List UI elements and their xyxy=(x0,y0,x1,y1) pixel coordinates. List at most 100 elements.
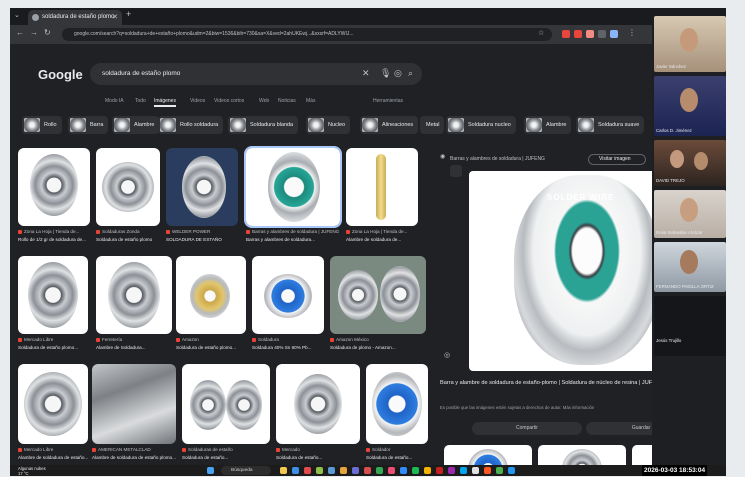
browser-tab[interactable]: soldadura de estaño plomo ✕ xyxy=(28,10,122,25)
chip[interactable]: Soldadura blanda xyxy=(228,116,299,134)
app-icon[interactable] xyxy=(400,467,407,474)
app-icon[interactable] xyxy=(508,467,515,474)
extension-icon[interactable] xyxy=(586,30,594,38)
spool-image xyxy=(264,274,312,318)
forward-arrow-icon[interactable]: → xyxy=(30,28,38,37)
image-result-selected[interactable]: Barras y alambres de soldadura | JUFENG … xyxy=(244,146,342,258)
avatar xyxy=(694,152,708,170)
clear-icon[interactable]: ✕ xyxy=(362,68,370,79)
taskbar-search[interactable]: Búsqueda xyxy=(221,466,271,475)
participant-tile[interactable]: DAVID TREJO xyxy=(654,140,726,186)
new-tab-button[interactable]: + xyxy=(126,9,131,19)
participant-video xyxy=(654,76,726,136)
tab-search-icon[interactable]: ⌄ xyxy=(14,11,24,21)
filter-web[interactable]: Web xyxy=(259,98,269,104)
image-result[interactable]: Amazon Soldadura de estaño plomo... xyxy=(176,256,246,360)
filter-imagenes[interactable]: Imágenes xyxy=(154,98,176,107)
chip[interactable]: Alineaciones xyxy=(360,116,419,134)
image-result[interactable]: Zona La Hoja | Tienda de... Alambre de s… xyxy=(346,148,418,258)
app-icon[interactable] xyxy=(304,467,311,474)
participant-tile[interactable]: Carlos D. Jiménez xyxy=(654,76,726,136)
participant-tile[interactable]: Rosa Sebastián Alcázar xyxy=(654,190,726,238)
filter-noticias[interactable]: Noticias xyxy=(278,98,296,104)
address-bar[interactable]: google.com/search?q=soldadura+de+estaño+… xyxy=(62,28,552,41)
lens-icon[interactable]: ◎ xyxy=(394,68,402,79)
app-icon[interactable] xyxy=(484,467,491,474)
mic-icon[interactable]: 🎙 xyxy=(380,68,391,79)
spool-image xyxy=(102,162,154,212)
app-icon[interactable] xyxy=(460,467,467,474)
image-result[interactable]: WELDER POWER SOLDADURA DE ESTAÑO xyxy=(166,148,238,258)
chip[interactable]: Alambre xyxy=(112,116,160,134)
image-result[interactable]: Amazon México Soldadura de plomo - Amazo… xyxy=(330,256,426,360)
chip[interactable]: Soldadura nucleo xyxy=(446,116,516,134)
filter-mas[interactable]: Más xyxy=(306,98,315,104)
app-icon[interactable] xyxy=(280,467,287,474)
extension-icon[interactable] xyxy=(574,30,582,38)
app-icon[interactable] xyxy=(496,467,503,474)
extension-icon[interactable] xyxy=(598,30,606,38)
app-icon[interactable] xyxy=(424,467,431,474)
extension-icon[interactable] xyxy=(562,30,570,38)
chip-thumbnail xyxy=(578,118,594,132)
filter-videos[interactable]: Videos xyxy=(190,98,205,104)
star-icon[interactable]: ☆ xyxy=(538,29,544,37)
filter-modo-ia[interactable]: Modo IA xyxy=(105,98,124,104)
image-result[interactable]: Mercado Libre Alambre de soldadura de es… xyxy=(18,364,88,464)
app-icon[interactable] xyxy=(472,467,479,474)
chip[interactable]: Metal xyxy=(420,116,445,134)
chip-thumbnail xyxy=(448,118,464,132)
copyright-note: Es posible que las imágenes estén sujeta… xyxy=(440,405,595,410)
avatar xyxy=(680,88,698,112)
preview-source[interactable]: Barras y alambres de soldadura | JUFENG xyxy=(450,156,545,162)
back-arrow-icon[interactable]: ← xyxy=(16,28,24,37)
app-icon[interactable] xyxy=(376,467,383,474)
chip[interactable]: Alambre xyxy=(524,116,572,134)
participant-tile[interactable]: Jesús Trujillo xyxy=(654,296,726,356)
filter-videos-cortos[interactable]: Videos cortos xyxy=(214,98,244,104)
lens-badge-icon[interactable] xyxy=(450,165,462,177)
chip[interactable]: Nucleo xyxy=(306,116,351,134)
compartir-button[interactable]: Compartir xyxy=(472,422,582,435)
image-result[interactable]: Soldadura Soldadura 40% Sn 60% Pb... xyxy=(252,256,324,360)
image-result[interactable]: Zona La Hoja | Tienda de... Rollo de 1/2… xyxy=(18,148,90,258)
app-icon[interactable] xyxy=(364,467,371,474)
image-result[interactable]: Soldador Soldadura de estaño... xyxy=(366,364,428,464)
weather-widget[interactable]: Algunas nubes 17 °C xyxy=(18,466,46,476)
search-input[interactable]: soldadura de estaño plomo ✕ 🎙 ◎ ⌕ xyxy=(90,63,422,85)
google-logo[interactable]: Google xyxy=(38,67,83,82)
image-result[interactable]: AMERICAN METALCLAD Alambre de soldadura … xyxy=(92,364,176,464)
filter-todo[interactable]: Todo xyxy=(135,98,146,104)
participant-tile[interactable]: Javier Sánchez xyxy=(654,16,726,72)
app-icon[interactable] xyxy=(340,467,347,474)
chip[interactable]: Rollo xyxy=(22,116,62,134)
tools-button[interactable]: Herramientas xyxy=(373,98,403,104)
image-result[interactable]: Soldaduras de estaño Soldadura de estaño… xyxy=(182,364,270,464)
app-icon[interactable] xyxy=(352,467,359,474)
google-header: Google soldadura de estaño plomo ✕ 🎙 ◎ ⌕… xyxy=(10,44,652,114)
lens-search-icon[interactable]: ◎ xyxy=(444,351,450,359)
app-icon[interactable] xyxy=(292,467,299,474)
reload-icon[interactable]: ↻ xyxy=(44,28,51,37)
search-icon[interactable]: ⌕ xyxy=(408,68,413,79)
close-tab-icon[interactable]: ✕ xyxy=(112,10,118,25)
app-icon[interactable] xyxy=(412,467,419,474)
image-result[interactable]: Soldaduras Zonda Soldadura de estaño plo… xyxy=(96,148,160,258)
profile-icon[interactable] xyxy=(610,30,618,38)
app-icon[interactable] xyxy=(328,467,335,474)
app-icon[interactable] xyxy=(436,467,443,474)
app-icon[interactable] xyxy=(388,467,395,474)
app-icon[interactable] xyxy=(316,467,323,474)
image-result[interactable]: Ferretería Alambre de Soldadura... xyxy=(96,256,172,360)
chip[interactable]: Barra xyxy=(68,116,109,134)
visit-button[interactable]: Visitar imagen xyxy=(588,154,646,165)
menu-dots-icon[interactable]: ⋮ xyxy=(628,28,636,37)
spool-image xyxy=(294,374,342,434)
image-result[interactable]: Mercado Libre Soldadura de estaño plomo.… xyxy=(18,256,88,360)
participant-tile[interactable]: FERNANDO PADILLA ORTIZ xyxy=(654,242,726,292)
app-icon[interactable] xyxy=(448,467,455,474)
chip[interactable]: Rollo soldadura xyxy=(158,116,224,134)
windows-start-icon[interactable] xyxy=(207,467,214,474)
image-result[interactable]: Mercado Soldadura de estaño... xyxy=(276,364,360,464)
chip[interactable]: Soldadura suave xyxy=(576,116,645,134)
